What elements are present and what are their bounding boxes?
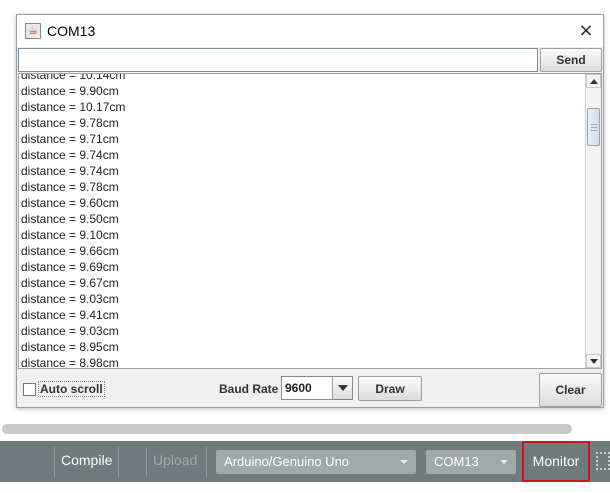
horizontal-scrollbar[interactable]	[2, 424, 572, 434]
output-line: distance = 9.10cm	[21, 228, 119, 242]
board-value: Arduino/Genuino Uno	[224, 454, 350, 469]
autoscroll-label[interactable]: Auto scroll	[38, 381, 105, 397]
chevron-down-icon	[590, 359, 598, 364]
title-bar[interactable]: ☕ COM13 ×	[17, 15, 603, 47]
output-line: distance = 10.17cm	[21, 100, 126, 114]
output-line: distance = 9.90cm	[21, 84, 119, 98]
output-line: distance = 9.60cm	[21, 196, 119, 210]
chevron-down-icon	[400, 460, 408, 464]
window-title: COM13	[47, 23, 96, 39]
scroll-up-button[interactable]	[586, 74, 601, 88]
ide-toolbar: Compile Upload Arduino/Genuino Uno COM13…	[0, 441, 610, 482]
scroll-thumb[interactable]	[587, 108, 600, 146]
send-input[interactable]	[18, 48, 538, 72]
send-row: Send	[17, 47, 603, 73]
board-select[interactable]: Arduino/Genuino Uno	[216, 450, 416, 474]
baud-rate-select[interactable]: 9600	[281, 376, 353, 400]
output-line: distance = 9.67cm	[21, 276, 119, 290]
compile-button[interactable]: Compile	[61, 452, 112, 468]
output-line: distance = 9.74cm	[21, 148, 119, 162]
clear-button[interactable]: Clear	[539, 373, 602, 407]
output-line: distance = 8.95cm	[21, 340, 119, 354]
chevron-down-icon	[500, 460, 508, 464]
output-line: distance = 9.41cm	[21, 308, 119, 322]
output-line: distance = 9.03cm	[21, 292, 119, 306]
monitor-controls: Auto scroll Baud Rate 9600 Draw Clear	[17, 371, 603, 409]
chevron-up-icon	[590, 79, 598, 84]
serial-monitor-window: ☕ COM13 × Send distance = 10.14cm distanc…	[16, 14, 604, 408]
output-line: distance = 10.14cm	[21, 73, 126, 82]
output-line: distance = 9.78cm	[21, 116, 119, 130]
output-line: distance = 9.78cm	[21, 180, 119, 194]
baud-rate-label: Baud Rate	[219, 382, 279, 396]
send-button[interactable]: Send	[540, 48, 602, 72]
output-line: distance = 8.98cm	[21, 356, 119, 369]
chip-icon	[596, 452, 610, 470]
upload-button[interactable]: Upload	[153, 452, 197, 468]
output-line: distance = 9.03cm	[21, 324, 119, 338]
output-lines: distance = 10.14cm distance = 9.90cm dista…	[21, 73, 583, 369]
java-app-icon: ☕	[25, 23, 41, 39]
monitor-button[interactable]: Monitor	[522, 441, 590, 482]
output-line: distance = 9.50cm	[21, 212, 119, 226]
vertical-scrollbar[interactable]	[585, 74, 601, 368]
close-button[interactable]: ×	[571, 17, 601, 45]
output-line: distance = 9.69cm	[21, 260, 119, 274]
serial-output[interactable]: distance = 10.14cm distance = 9.90cm dista…	[18, 73, 602, 369]
output-line: distance = 9.74cm	[21, 164, 119, 178]
autoscroll-checkbox[interactable]	[23, 383, 36, 396]
draw-button[interactable]: Draw	[358, 376, 422, 401]
scroll-down-button[interactable]	[586, 354, 601, 368]
port-value: COM13	[434, 454, 479, 469]
dropdown-arrow-icon[interactable]	[332, 377, 352, 399]
port-select[interactable]: COM13	[426, 450, 516, 474]
output-line: distance = 9.71cm	[21, 132, 119, 146]
baud-rate-value: 9600	[285, 381, 312, 395]
output-line: distance = 9.66cm	[21, 244, 119, 258]
